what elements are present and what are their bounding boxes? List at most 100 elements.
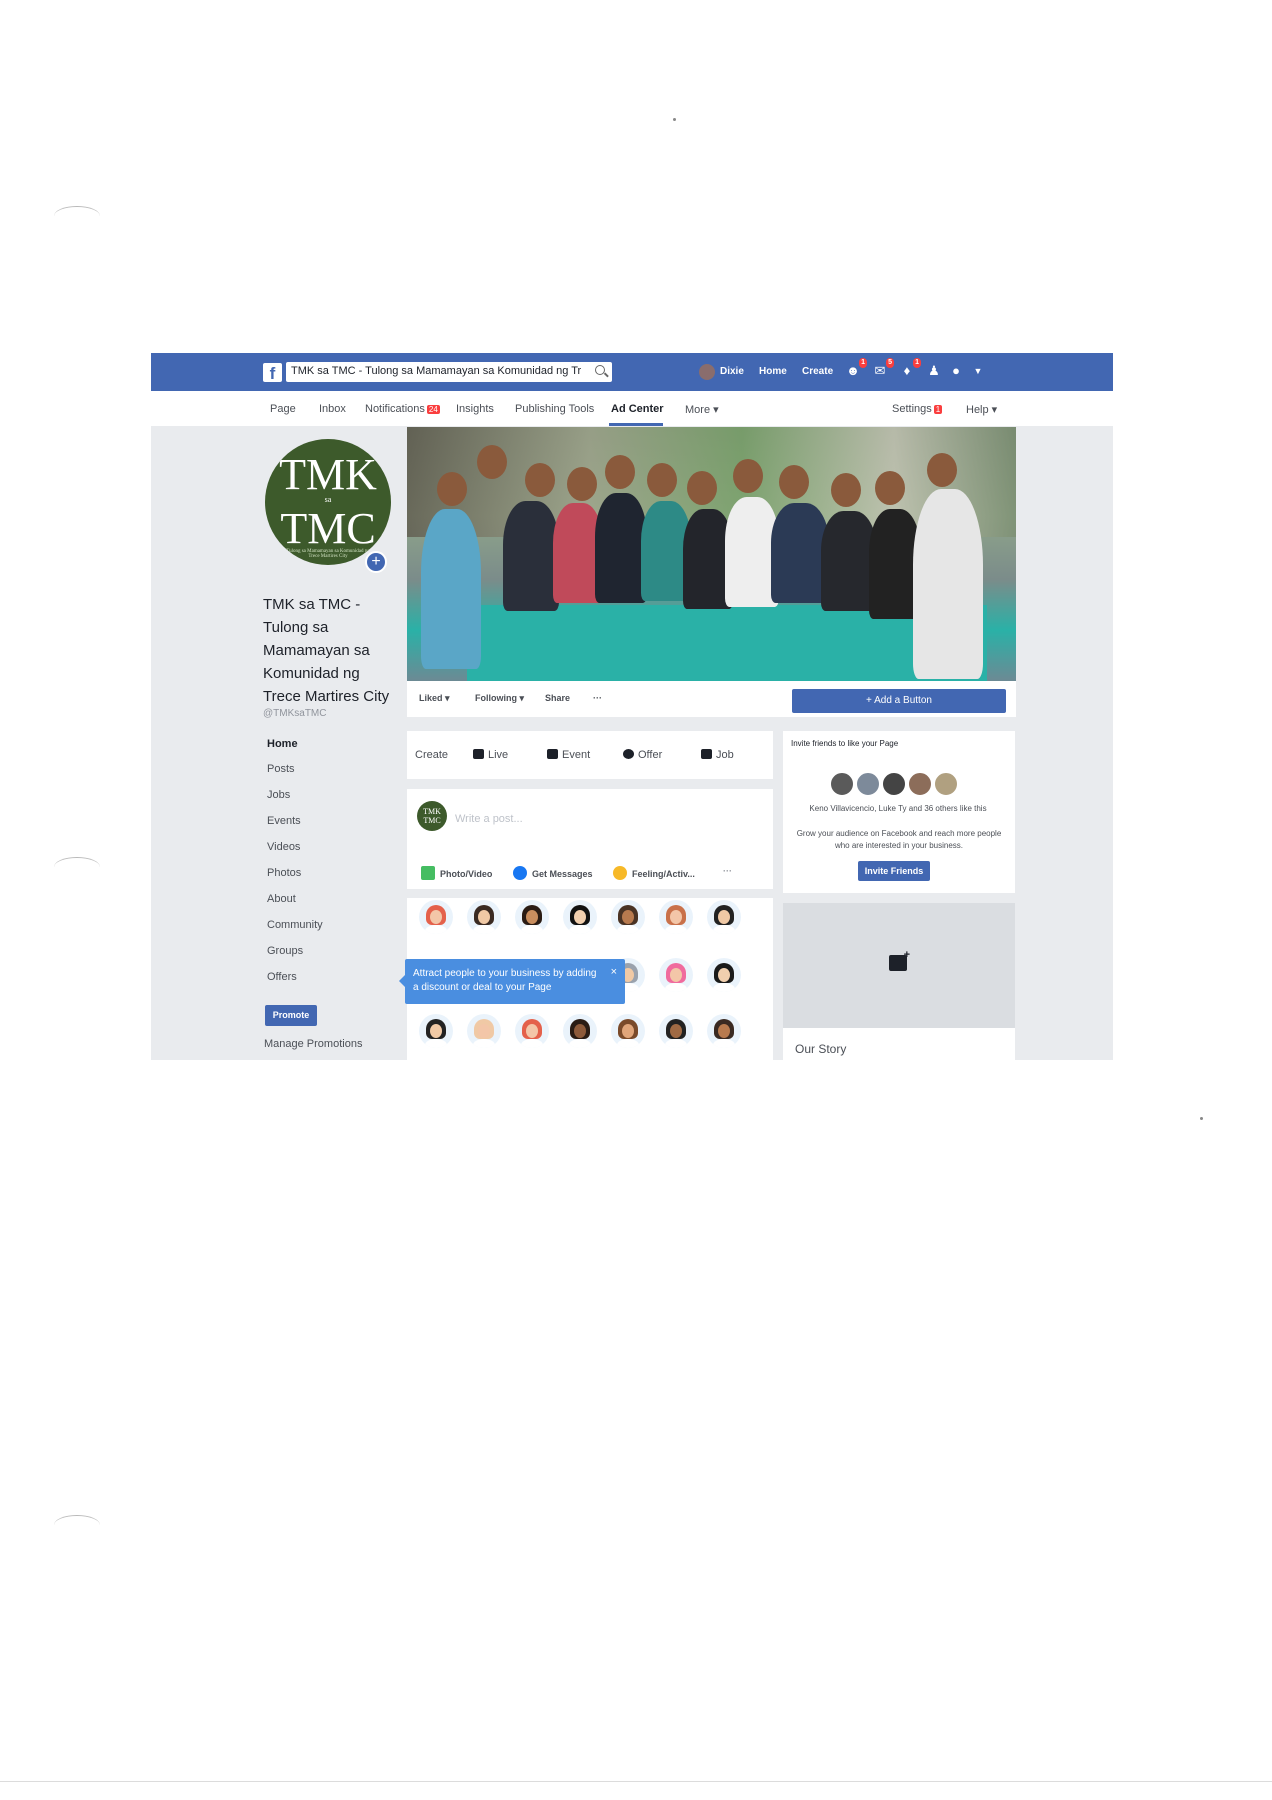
sidebar-item-photos[interactable]: Photos [267,867,301,879]
notifications-bell-icon[interactable]: ♦ 1 [898,358,921,380]
messages-icon[interactable]: ✉ 5 [871,358,894,380]
cover-photo-person [567,467,597,501]
cover-photo-person [421,509,481,669]
photo-video-label: Photo/Video [440,869,493,879]
tab-inbox[interactable]: Inbox [319,403,346,415]
create-job-button[interactable]: Job [701,749,734,761]
punch-hole-mark [54,1515,100,1535]
settings-link[interactable]: Settings 1 [892,403,943,415]
punch-hole-mark [54,857,100,877]
messenger-icon [513,866,527,880]
more-actions-button[interactable]: ··· [593,693,602,703]
promote-button[interactable]: Promote [265,1005,317,1026]
user-name-link[interactable]: Dixie [720,366,744,377]
cover-photo-person [687,471,717,505]
get-messages-button[interactable]: Get Messages [513,866,593,880]
friend-avatar[interactable] [907,771,933,797]
add-photo-placeholder[interactable] [783,903,1015,1028]
composer-page-avatar: TMK TMC [417,801,447,831]
active-tab-indicator [609,423,663,426]
home-link[interactable]: Home [759,366,787,377]
write-post-input[interactable]: Write a post... [455,813,523,825]
create-label: Create [415,749,449,761]
page-username[interactable]: @TMKsaTMC [263,708,326,719]
person-avatar-icon [563,900,597,934]
cover-photo-person [779,465,809,499]
create-link[interactable]: Create [802,366,833,377]
tab-notifications[interactable]: Notifications 24 [365,403,440,415]
feeling-activity-button[interactable]: Feeling/Activ... [613,866,695,880]
cover-photo-person [913,489,983,679]
chevron-down-icon[interactable]: ▼ [969,362,987,380]
person-avatar-icon [515,900,549,934]
liked-button[interactable]: Liked ▾ [419,693,450,704]
update-profile-picture-plus-icon[interactable]: + [365,551,387,573]
close-icon[interactable]: × [611,965,617,979]
people-icon[interactable]: ♟ [925,362,943,380]
settings-badge: 1 [933,405,943,414]
help-link[interactable]: Help ▾ [966,403,997,416]
person-avatar-icon [467,900,501,934]
add-photo-icon[interactable] [889,949,910,971]
cover-photo-person [647,463,677,497]
sidebar-item-offers[interactable]: Offers [267,971,297,983]
create-event-label: Event [562,749,591,761]
scan-speck [1200,1117,1203,1120]
sidebar-item-community[interactable]: Community [267,919,323,931]
invite-friends-card: Invite friends to like your Page Keno Vi… [783,731,1015,893]
invite-friends-button[interactable]: Invite Friends [858,861,930,881]
friend-requests-badge: 1 [859,358,867,368]
scan-speck [673,118,676,121]
friend-avatar[interactable] [933,771,959,797]
search-icon[interactable] [595,365,605,375]
tooltip-text: Attract people to your business by addin… [413,968,597,993]
page-profile-picture[interactable]: TMK sa TMC Tulong sa Mamamayan sa Komuni… [265,439,391,565]
help-circle-icon[interactable]: ● [947,362,965,380]
top-bar: f TMK sa TMC - Tulong sa Mamamayan sa Ko… [151,353,1113,391]
facebook-logo-icon[interactable]: f [263,363,282,383]
sidebar-item-events[interactable]: Events [267,815,301,827]
page-navigation: Page Inbox Notifications 24 Insights Publ… [151,391,1113,426]
sidebar-item-home[interactable]: Home [267,738,298,750]
sidebar-item-jobs[interactable]: Jobs [267,789,290,801]
composer-more-button[interactable]: ··· [723,866,732,876]
profile-logo-subtitle: Tulong sa Mamamayan sa Komunidad ng Trec… [286,549,370,559]
create-offer-button[interactable]: Offer [623,749,662,761]
our-story-card[interactable]: Our Story [783,1028,1015,1060]
friend-avatar[interactable] [881,771,907,797]
manage-promotions-link[interactable]: Manage Promotions [264,1038,362,1050]
user-avatar[interactable] [699,364,715,380]
create-live-label: Live [488,749,509,761]
tab-more[interactable]: More ▾ [685,403,719,416]
person-avatar-icon [419,1014,453,1048]
person-avatar-icon [611,900,645,934]
sidebar-item-about[interactable]: About [267,893,296,905]
cover-photo-person [875,471,905,505]
sidebar-item-posts[interactable]: Posts [267,763,295,775]
search-input[interactable]: TMK sa TMC - Tulong sa Mamamayan sa Komu… [286,362,612,382]
offer-tip-tooltip: Attract people to your business by addin… [399,959,625,1004]
cover-photo[interactable] [407,427,1016,681]
person-avatar-icon [659,900,693,934]
tab-page[interactable]: Page [270,403,296,415]
friend-requests-icon[interactable]: ☻ 1 [844,358,867,380]
facebook-page-screenshot: f TMK sa TMC - Tulong sa Mamamayan sa Ko… [151,353,1113,1060]
create-event-button[interactable]: Event [547,749,590,761]
sidebar-item-groups[interactable]: Groups [267,945,303,957]
tab-insights[interactable]: Insights [456,403,494,415]
tab-publishing-tools[interactable]: Publishing Tools [515,403,594,415]
following-button[interactable]: Following ▾ [475,693,524,704]
person-avatar-icon [659,1014,693,1048]
create-offer-label: Offer [638,749,663,761]
sidebar-item-videos[interactable]: Videos [267,841,300,853]
create-live-button[interactable]: Live [473,749,508,761]
add-a-button-button[interactable]: + Add a Button [792,689,1006,713]
share-button[interactable]: Share [545,693,570,703]
tab-ad-center[interactable]: Ad Center [611,403,664,415]
offer-tag-icon [623,749,634,759]
cover-photo-person [595,493,647,603]
friend-avatar[interactable] [829,771,855,797]
photo-video-button[interactable]: Photo/Video [421,866,492,880]
notifications-count-badge: 24 [426,405,440,414]
friend-avatar[interactable] [855,771,881,797]
